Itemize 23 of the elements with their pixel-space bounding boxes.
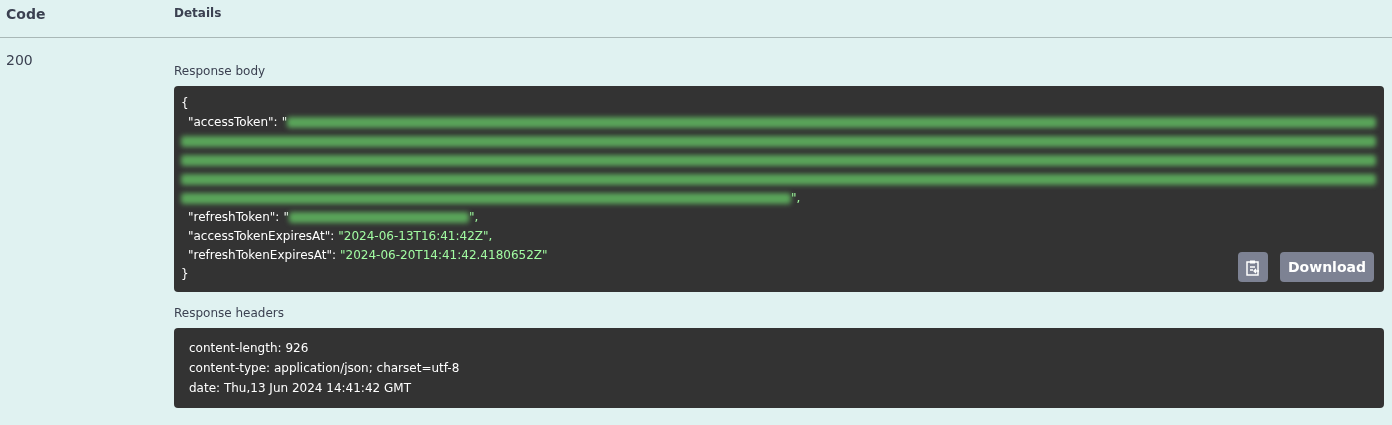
clipboard-icon: [1245, 259, 1260, 276]
header-line: date: Thu,13 Jun 2024 14:41:42 GMT: [189, 380, 412, 397]
column-header: Code: [6, 5, 47, 24]
code-text: "refreshToken":: [188, 209, 280, 226]
copy-button[interactable]: [1237, 252, 1268, 282]
code-text: {: [181, 95, 189, 112]
code-text: "accessToken":: [188, 114, 278, 131]
header-line: content-type: application/json; charset=utf-8: [189, 360, 461, 377]
code-text: "2024-06-20T14:41:42.4180652Z": [340, 247, 548, 264]
code-text: "2024-06-13T16:41:42Z",: [338, 228, 493, 245]
status-code: 200: [6, 52, 33, 68]
code-text: ",: [791, 190, 801, 207]
code-text: ": [281, 114, 288, 131]
header-line: content-length: 926: [189, 340, 310, 357]
section-label: Response headers: [174, 305, 284, 322]
section-label: Response body: [174, 63, 266, 80]
code-text: }: [181, 266, 189, 283]
code-text: "refreshTokenExpiresAt":: [188, 247, 337, 264]
column-header: Details: [174, 5, 222, 22]
download-button[interactable]: Download: [1279, 252, 1374, 282]
code-text: "accessTokenExpiresAt":: [188, 228, 335, 245]
code-text: ",: [468, 209, 479, 226]
code-text: ": [283, 209, 289, 226]
